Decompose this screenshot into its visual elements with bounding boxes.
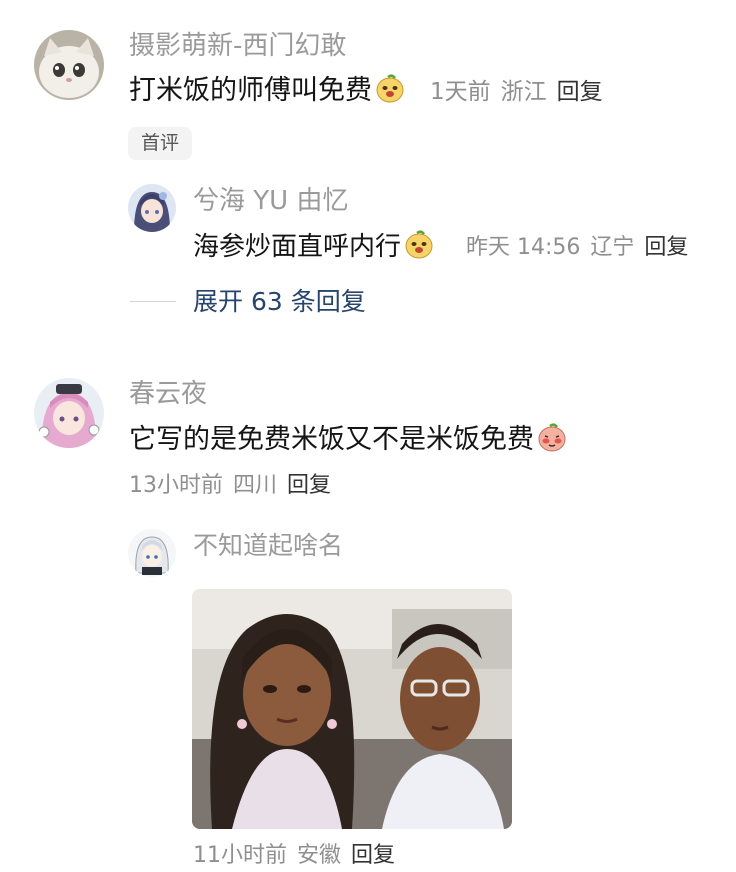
shy-face-icon	[538, 423, 566, 452]
comment-time: 11小时前	[193, 843, 287, 868]
comment-meta: 13小时前 四川 回复	[129, 470, 331, 502]
first-comment-badge: 首评	[128, 127, 192, 160]
avatar-white-hair[interactable]	[128, 529, 176, 577]
comment-location: 浙江	[500, 79, 547, 105]
reply-button[interactable]: 回复	[644, 235, 688, 260]
comment-text-content: 它写的是免费米饭又不是米饭免费	[129, 424, 534, 455]
cat-avatar-icon	[34, 30, 104, 100]
avatar-anime-girl[interactable]	[128, 184, 176, 232]
comment-text: 打米饭的师傅叫免费	[129, 73, 405, 109]
comment-meta: 昨天 14:56 辽宁 回复	[466, 232, 688, 264]
comment-time: 1天前	[430, 79, 491, 105]
comment-location: 辽宁	[590, 235, 635, 260]
comment-time: 13小时前	[129, 473, 223, 498]
comment-meta: 11小时前 安徽 回复	[193, 840, 395, 872]
reply-button[interactable]: 回复	[557, 79, 603, 105]
username[interactable]: 兮海 YU 由忆	[193, 185, 348, 217]
meme-image[interactable]	[192, 589, 512, 829]
username[interactable]: 春云夜	[129, 378, 207, 410]
comment-text: 它写的是免费米饭又不是米饭免费	[129, 422, 567, 458]
reply-button[interactable]: 回复	[287, 473, 331, 498]
comment-text: 海参炒面直呼内行	[193, 229, 434, 265]
comment-location: 安徽	[297, 843, 342, 868]
comment-time: 昨天 14:56	[466, 235, 581, 260]
two-people-meme-photo	[192, 589, 512, 829]
white-hair-avatar-icon	[128, 529, 176, 577]
doge-face-icon	[376, 74, 404, 103]
reply-button[interactable]: 回复	[351, 843, 395, 868]
comment-text-content: 打米饭的师傅叫免费	[129, 75, 372, 106]
expand-replies-button[interactable]: 展开 63 条回复	[193, 284, 366, 320]
doge-face-icon	[405, 230, 433, 259]
comment-location: 四川	[233, 473, 278, 498]
pink-hair-avatar-icon	[34, 378, 104, 448]
expand-divider	[130, 301, 176, 302]
avatar-cat[interactable]	[34, 30, 104, 100]
anime-avatar-icon	[128, 184, 176, 232]
comment-text-content: 海参炒面直呼内行	[193, 232, 402, 262]
username[interactable]: 不知道起啥名	[193, 530, 343, 562]
comment-meta: 1天前 浙江 回复	[430, 76, 603, 108]
username[interactable]: 摄影萌新-西门幻敢	[129, 30, 346, 62]
avatar-pink-hair[interactable]	[34, 378, 104, 448]
